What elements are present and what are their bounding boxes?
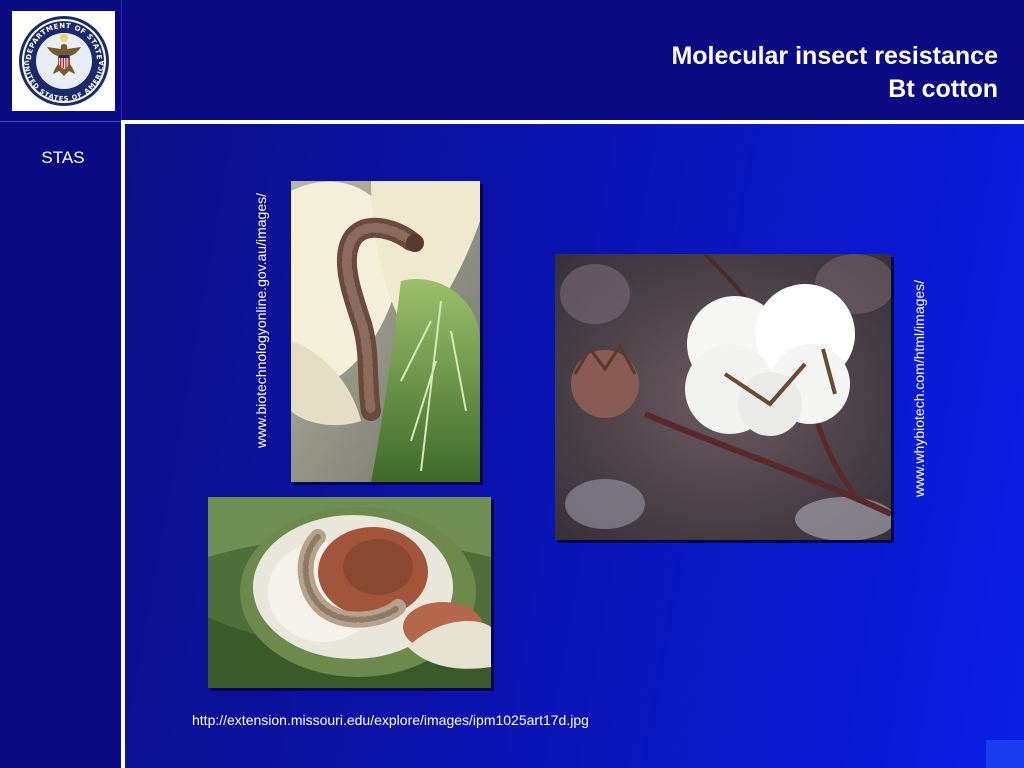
slide-title: Molecular insect resistance Bt cotton	[671, 40, 998, 106]
slide: DEPARTMENT OF STATE UNITED STATES OF AME…	[0, 0, 1024, 768]
sidebar-rule-vertical	[121, 120, 125, 768]
photo-cotton-boll	[555, 254, 891, 540]
department-of-state-seal: DEPARTMENT OF STATE UNITED STATES OF AME…	[12, 11, 115, 111]
header-rule	[121, 120, 1024, 124]
sidebar-label: STAS	[41, 148, 85, 167]
caption-photo-2: www.whybiotech.com/html/images/	[911, 279, 927, 497]
sidebar-rule	[0, 121, 121, 122]
caption-photo-1: www.biotechnologyonline.gov.au/images/	[253, 192, 269, 448]
caption-photo-3: http://extension.missouri.edu/explore/im…	[192, 712, 589, 728]
corner-decoration	[986, 740, 1024, 768]
seal-icon: DEPARTMENT OF STATE UNITED STATES OF AME…	[18, 16, 109, 106]
caterpillar-flower-image	[291, 181, 480, 482]
header-divider	[121, 0, 122, 120]
title-line-1: Molecular insect resistance	[671, 42, 998, 70]
cotton-boll-image	[555, 254, 891, 540]
photo-bollworm	[208, 497, 491, 688]
slide-sidebar	[0, 0, 121, 768]
title-line-2: Bt cotton	[888, 75, 998, 103]
bollworm-image	[208, 497, 491, 688]
photo-caterpillar-on-flower	[291, 181, 480, 482]
